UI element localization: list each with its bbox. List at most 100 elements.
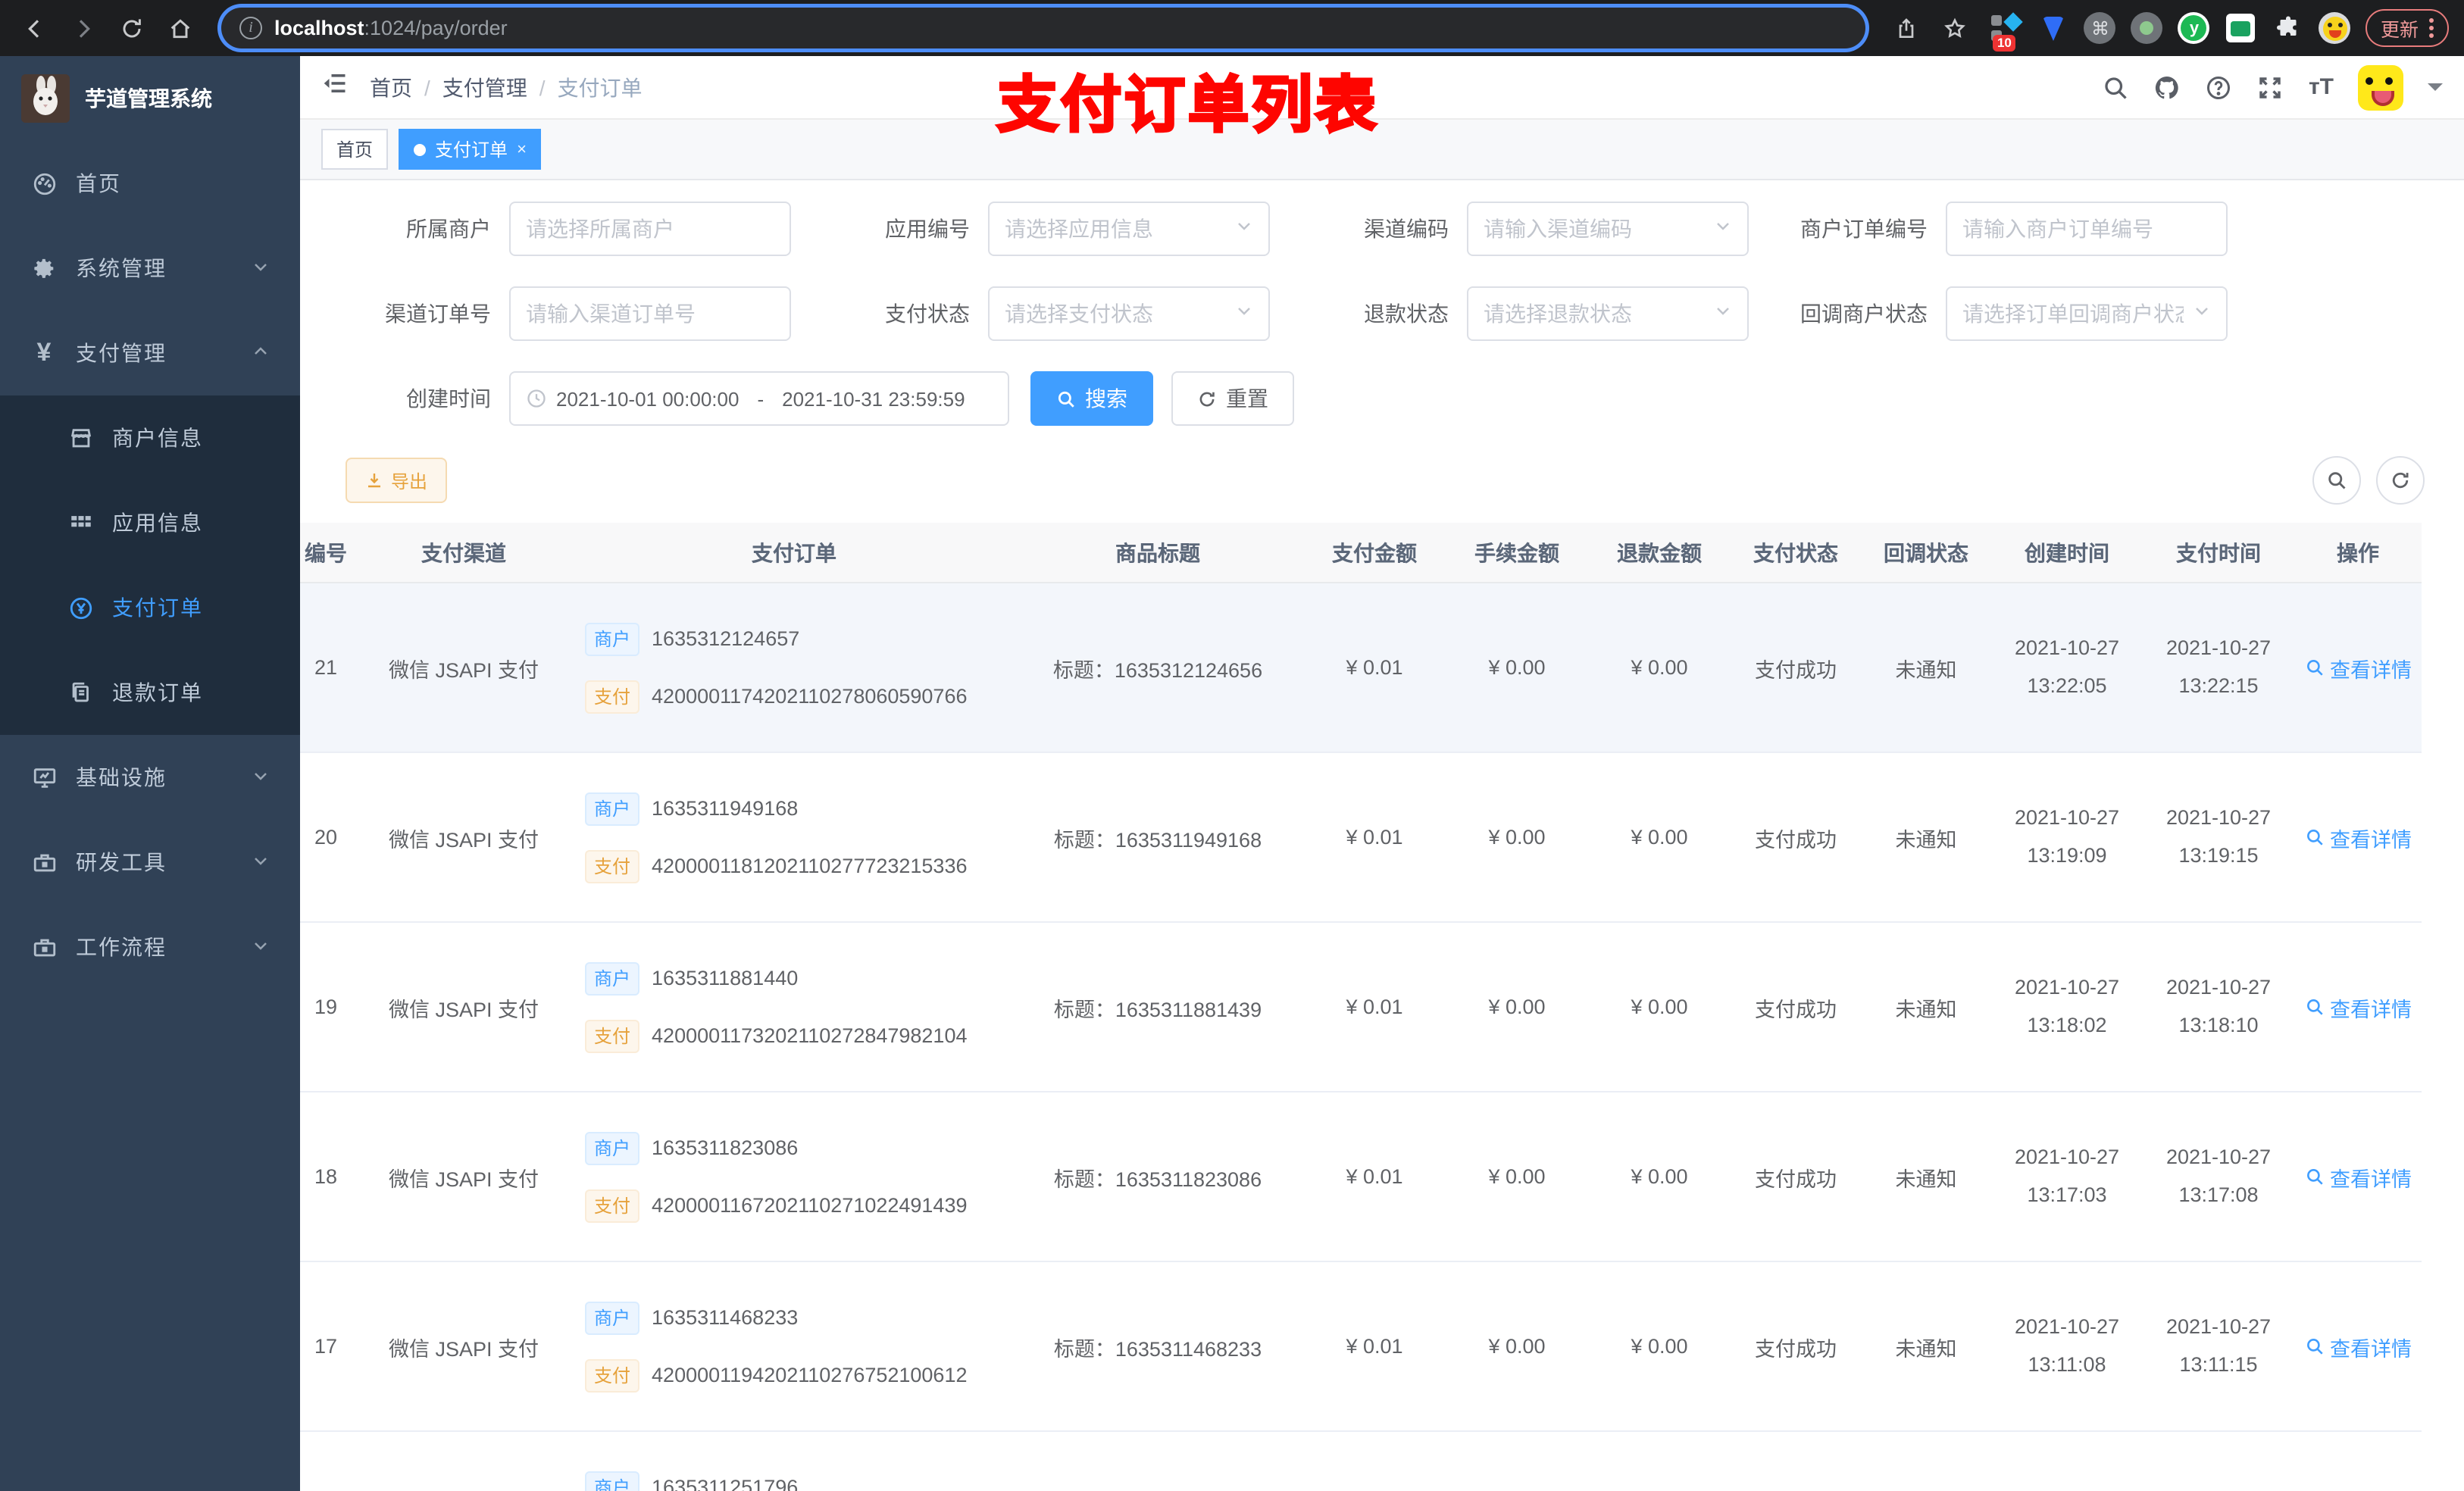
sidebar-item-infrastructure[interactable]: 基础设施 <box>0 735 300 820</box>
yen-icon: ¥ <box>36 338 52 367</box>
channel-order-no: 4200001167202110271022491439 <box>652 1194 968 1217</box>
refund-status-select[interactable]: 请选择退款状态 <box>1467 286 1749 341</box>
merchant-chip: 商户 <box>585 961 640 995</box>
notify-status-cell: 未通知 <box>1895 658 1957 681</box>
channel-order-no-input[interactable] <box>509 286 791 341</box>
sidebar-item-pay-order[interactable]: 支付订单 <box>0 565 300 650</box>
notify-status-cell: 未通知 <box>1895 998 1957 1021</box>
show-search-toggle-button[interactable] <box>2312 456 2361 505</box>
merchant-order-no-input[interactable] <box>1946 202 2228 256</box>
col-header-channel: 支付渠道 <box>421 540 506 564</box>
sidebar-item-dev-tools[interactable]: 研发工具 <box>0 820 300 905</box>
share-icon[interactable] <box>1887 8 1926 48</box>
table-row[interactable]: 17 微信 JSAPI 支付 商户 1635311468233 支付 42000… <box>300 1262 2422 1432</box>
channel-order-no: 4200001174202110278060590766 <box>652 685 968 708</box>
extension-recorder-icon[interactable] <box>2131 11 2164 45</box>
refund-amount-cell: ¥ 0.00 <box>1631 1165 1688 1188</box>
view-detail-link[interactable]: 查看详情 <box>2304 652 2412 683</box>
extension-y-icon[interactable]: y <box>2178 11 2211 45</box>
back-icon[interactable] <box>15 8 55 48</box>
sidebar-item-refund-order[interactable]: 退款订单 <box>0 650 300 735</box>
breadcrumb-home[interactable]: 首页 <box>370 72 412 102</box>
pay-order-cell: 商户 1635312124657 支付 42000011742021102780… <box>576 622 1012 713</box>
user-avatar[interactable] <box>2358 64 2403 110</box>
monitor-icon <box>30 764 58 791</box>
pay-status-select[interactable]: 请选择支付状态 <box>988 286 1270 341</box>
view-detail-link[interactable]: 查看详情 <box>2304 1161 2412 1192</box>
merchant-input[interactable] <box>526 217 774 241</box>
col-header-actions: 操作 <box>2337 540 2379 564</box>
extension-gem-icon[interactable] <box>2037 11 2070 45</box>
breadcrumb-payment[interactable]: 支付管理 <box>442 72 527 102</box>
user-menu-caret-icon[interactable] <box>2428 83 2443 98</box>
table-row[interactable]: 21 微信 JSAPI 支付 商户 1635312124657 支付 42000… <box>300 583 2422 753</box>
reload-icon[interactable] <box>112 8 152 48</box>
merchant-order-no-field[interactable] <box>1962 217 2211 241</box>
sidebar-item-payment[interactable]: ¥ 支付管理 <box>0 311 300 395</box>
create-time-range-picker[interactable]: 2021-10-01 00:00:00 - 2021-10-31 23:59:5… <box>509 371 1009 426</box>
close-tab-icon[interactable]: × <box>517 140 527 158</box>
chevron-down-icon <box>252 850 270 874</box>
amount-cell: ¥ 0.01 <box>1346 826 1403 849</box>
notify-status-select[interactable]: 请选择订单回调商户状态 <box>1946 286 2228 341</box>
app-select[interactable]: 请选择应用信息 <box>988 202 1270 256</box>
table-row[interactable]: 19 微信 JSAPI 支付 商户 1635311881440 支付 42000… <box>300 923 2422 1092</box>
breadcrumb: 首页 / 支付管理 / 支付订单 <box>370 72 643 102</box>
pay-chip: 支付 <box>585 1189 640 1222</box>
sidebar-item-app-info[interactable]: 应用信息 <box>0 480 300 565</box>
merchant-select[interactable] <box>509 202 791 256</box>
fullscreen-icon[interactable] <box>2257 73 2284 101</box>
browser-menu-icon[interactable] <box>2429 18 2434 38</box>
product-title-cell: 标题：1635311823086 <box>1053 1167 1262 1190</box>
channel-code-select[interactable]: 请输入渠道编码 <box>1467 202 1749 256</box>
refresh-table-button[interactable] <box>2376 456 2425 505</box>
view-detail-link[interactable]: 查看详情 <box>2304 1331 2412 1361</box>
site-info-icon[interactable]: i <box>239 17 262 39</box>
profile-avatar-icon[interactable] <box>2319 11 2352 45</box>
bookmark-star-icon[interactable] <box>1935 8 1975 48</box>
notify-status-cell: 未通知 <box>1895 1337 1957 1360</box>
address-bar[interactable]: i localhost:1024/pay/order <box>221 8 1865 48</box>
channel-order-no-field[interactable] <box>526 302 774 326</box>
extensions-puzzle-icon[interactable] <box>2272 11 2305 45</box>
pay-order-cell: 商户 1635311881440 支付 42000011732021102728… <box>576 961 1012 1052</box>
product-title-cell: 标题：1635311468233 <box>1053 1337 1262 1360</box>
filter-label-notify-status: 回调商户状态 <box>1800 302 1928 326</box>
search-icon[interactable] <box>2103 73 2130 101</box>
sidebar-item-home[interactable]: 首页 <box>0 141 300 226</box>
sidebar-toggle-icon[interactable] <box>321 70 349 105</box>
pay-channel-cell: 微信 JSAPI 支付 <box>388 828 539 851</box>
view-detail-link[interactable]: 查看详情 <box>2304 992 2412 1022</box>
channel-order-no: 4200001194202110276752100612 <box>652 1364 968 1386</box>
export-button[interactable]: 导出 <box>346 458 448 503</box>
sidebar-item-merchant-info[interactable]: 商户信息 <box>0 395 300 480</box>
grid-icon <box>67 509 94 536</box>
help-icon[interactable] <box>2206 73 2233 101</box>
forward-icon[interactable] <box>64 8 103 48</box>
extension-command-icon[interactable]: ⌘ <box>2084 11 2117 45</box>
sidebar-item-workflow[interactable]: 工作流程 <box>0 905 300 989</box>
view-detail-link[interactable]: 查看详情 <box>2304 822 2412 852</box>
extension-tabs-icon[interactable]: 10 <box>1990 11 2023 51</box>
app-logo[interactable]: 芋道管理系统 <box>0 56 300 141</box>
tab-pay-order[interactable]: 支付订单 × <box>399 129 542 170</box>
top-navbar: 首页 / 支付管理 / 支付订单 支付订单列表 ᴛT <box>300 56 2464 141</box>
extension-chat-icon[interactable] <box>2225 11 2258 45</box>
tab-home[interactable]: 首页 <box>321 129 389 170</box>
table-row[interactable]: 商户 1635311251796 支付 <box>300 1432 2422 1491</box>
table-row[interactable]: 18 微信 JSAPI 支付 商户 1635311823086 支付 42000… <box>300 1092 2422 1262</box>
breadcrumb-current: 支付订单 <box>557 75 643 99</box>
chevron-down-icon <box>2193 300 2211 327</box>
fee-cell: ¥ 0.00 <box>1488 996 1546 1018</box>
reset-button[interactable]: 重置 <box>1171 371 1294 426</box>
font-size-icon[interactable]: ᴛT <box>2309 74 2334 100</box>
actions-cell: 查看详情 <box>2294 1331 2422 1361</box>
sidebar-item-system[interactable]: 系统管理 <box>0 226 300 311</box>
search-button[interactable]: 搜索 <box>1030 371 1153 426</box>
pay-channel-cell: 微信 JSAPI 支付 <box>388 1337 539 1360</box>
github-icon[interactable] <box>2154 73 2181 101</box>
page-title-annotation: 支付订单列表 <box>996 71 1379 141</box>
browser-update-button[interactable]: 更新 <box>2365 9 2449 47</box>
table-row[interactable]: 20 微信 JSAPI 支付 商户 1635311949168 支付 42000… <box>300 753 2422 923</box>
home-icon[interactable] <box>161 8 200 48</box>
